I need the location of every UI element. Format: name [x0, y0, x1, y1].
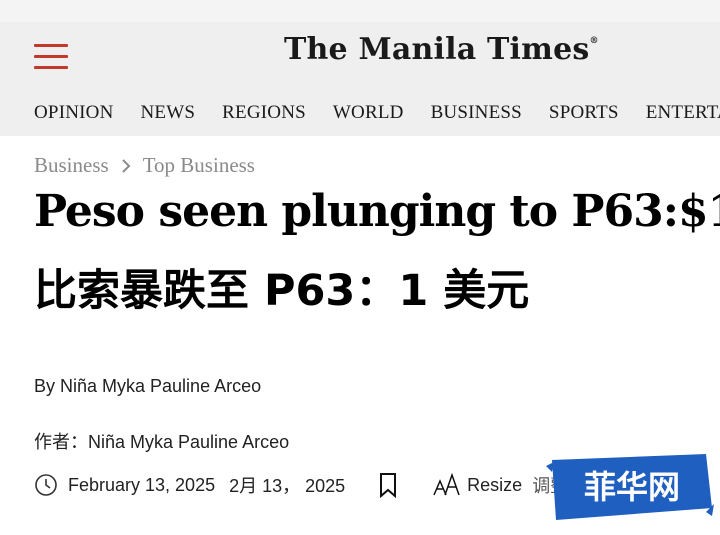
logo-text: The Manila Times [284, 32, 590, 67]
chevron-right-icon [121, 158, 131, 173]
top-strip [0, 0, 720, 22]
breadcrumb: Business Top Business [34, 153, 255, 178]
nav-item-business[interactable]: BUSINESS [431, 102, 522, 124]
article-title-translation: 比索暴跌至 P63：1 美元 [34, 266, 530, 316]
watermark-logo: 菲华网 [546, 454, 714, 520]
byline-translation: 作者：Niña Myka Pauline Arceo [34, 432, 290, 452]
nav-item-news[interactable]: NEWS [141, 102, 196, 124]
text-resize-icon[interactable] [433, 473, 461, 497]
hamburger-menu-icon[interactable] [34, 44, 68, 70]
registered-mark: ® [589, 36, 599, 46]
watermark-text: 菲华网 [584, 468, 680, 506]
publish-date: February 13, 2025 [68, 474, 216, 495]
resize-button[interactable]: Resize [467, 475, 522, 496]
breadcrumb-business[interactable]: Business [34, 153, 109, 178]
nav-item-world[interactable]: WORLD [333, 102, 404, 124]
clock-icon [35, 474, 57, 496]
main-nav: OPINION NEWS REGIONS WORLD BUSINESS SPOR… [34, 102, 720, 124]
site-logo[interactable]: The Manila Times® [284, 32, 599, 67]
breadcrumb-top-business[interactable]: Top Business [143, 153, 255, 178]
nav-item-entertainment[interactable]: ENTERTAIN [646, 102, 720, 124]
publish-date-translation: 2月 13， 2025 [229, 476, 346, 496]
bookmark-icon[interactable] [379, 472, 397, 498]
article-title: Peso seen plunging to P63:$1 [34, 186, 720, 237]
nav-item-opinion[interactable]: OPINION [34, 102, 114, 124]
byline: By Niña Myka Pauline Arceo [34, 376, 262, 396]
article-meta: February 13, 2025 2月 13， 2025 Resize 调整 [34, 472, 568, 498]
nav-item-sports[interactable]: SPORTS [549, 102, 619, 124]
nav-item-regions[interactable]: REGIONS [222, 102, 306, 124]
